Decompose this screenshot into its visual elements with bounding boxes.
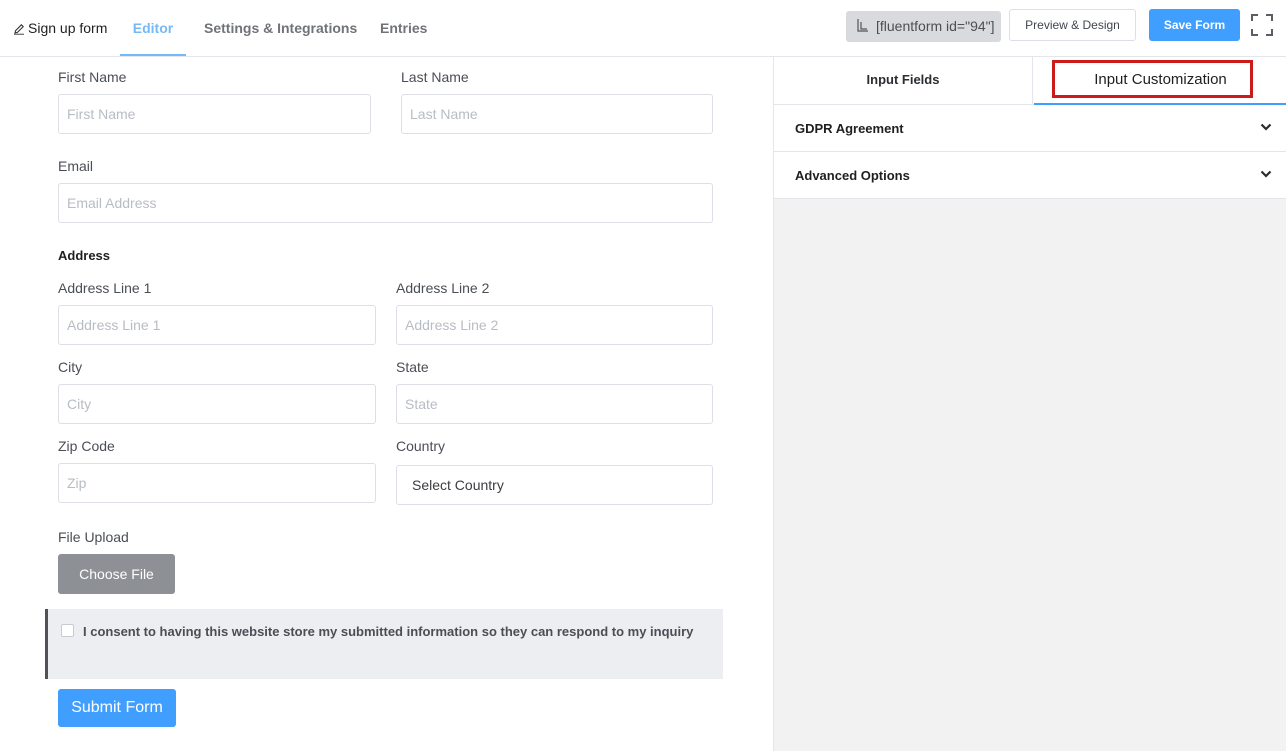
gdpr-checkbox[interactable] — [61, 624, 74, 637]
pencil-icon — [14, 24, 24, 35]
address-title: Address — [58, 248, 111, 263]
country-select[interactable]: Select Country — [396, 465, 713, 505]
address-line2-label: Address Line 2 — [396, 280, 490, 296]
last-name-label: Last Name — [401, 69, 469, 85]
shortcode-copy[interactable]: [fluentform id="94"] — [846, 11, 1001, 42]
state-input[interactable]: State — [396, 384, 713, 424]
address-line1-label: Address Line 1 — [58, 280, 152, 296]
tab-entries[interactable]: Entries — [380, 0, 427, 56]
country-label: Country — [396, 438, 446, 454]
panel-tabs: Input Fields Input Customization — [774, 57, 1286, 105]
chevron-down-icon — [1260, 123, 1272, 131]
zip-input[interactable]: Zip — [58, 463, 376, 503]
tab-input-customization[interactable]: Input Customization — [1034, 57, 1286, 105]
address-line1-input[interactable]: Address Line 1 — [58, 305, 376, 345]
city-input[interactable]: City — [58, 384, 376, 424]
zip-label: Zip Code — [58, 438, 115, 454]
last-name-input[interactable]: Last Name — [401, 94, 713, 134]
city-label: City — [58, 359, 83, 375]
form-title[interactable]: Sign up form — [13, 0, 107, 56]
choose-file-button[interactable]: Choose File — [58, 554, 175, 594]
shortcode-text: [fluentform id="94"] — [876, 18, 995, 34]
submit-form-button[interactable]: Submit Form — [58, 689, 176, 727]
copy-icon — [857, 19, 868, 32]
form-editor-canvas: First Name First Name Last Name Last Nam… — [0, 57, 773, 751]
file-upload-label: File Upload — [58, 529, 129, 545]
form-title-text: Sign up form — [28, 20, 108, 36]
chevron-down-icon — [1260, 170, 1272, 178]
address-line2-input[interactable]: Address Line 2 — [396, 305, 713, 345]
state-label: State — [396, 359, 429, 375]
tab-settings-integrations[interactable]: Settings & Integrations — [204, 0, 357, 56]
fullscreen-icon[interactable] — [1251, 14, 1273, 36]
gdpr-consent-text: I consent to having this website store m… — [83, 624, 694, 639]
settings-panel: Input Fields Input Customization GDPR Ag… — [773, 57, 1286, 751]
email-input[interactable]: Email Address — [58, 183, 713, 223]
top-bar: Sign up form Editor Settings & Integrati… — [0, 0, 1286, 57]
first-name-input[interactable]: First Name — [58, 94, 371, 134]
accordion-label: GDPR Agreement — [795, 121, 904, 136]
accordion-label: Advanced Options — [795, 168, 910, 183]
email-label: Email — [58, 158, 94, 174]
accordion-gdpr-agreement[interactable]: GDPR Agreement — [774, 105, 1286, 152]
preview-design-button[interactable]: Preview & Design — [1009, 9, 1136, 41]
accordion-advanced-options[interactable]: Advanced Options — [774, 152, 1286, 199]
gdpr-agreement-field[interactable]: I consent to having this website store m… — [45, 609, 723, 679]
tab-input-fields[interactable]: Input Fields — [774, 57, 1033, 105]
tab-editor[interactable]: Editor — [120, 0, 186, 56]
first-name-label: First Name — [58, 69, 127, 85]
save-form-button[interactable]: Save Form — [1149, 9, 1240, 41]
